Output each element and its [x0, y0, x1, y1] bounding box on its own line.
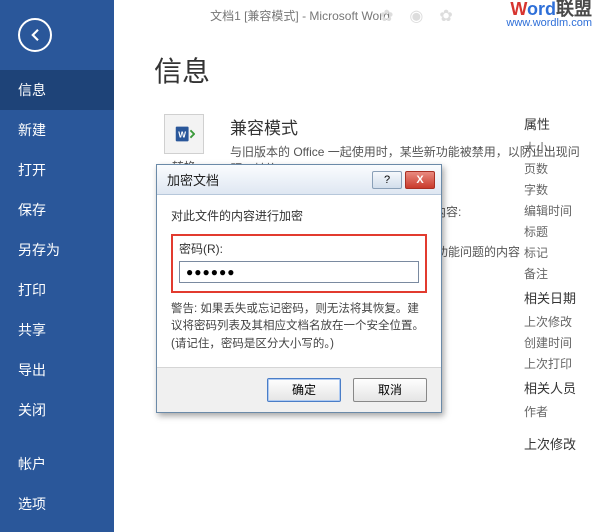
sidebar-item-open[interactable]: 打开 — [0, 150, 114, 190]
sidebar-item-label: 帐户 — [18, 456, 46, 472]
watermark-brand: Word联盟 www.wordlm.com — [506, 2, 592, 30]
props-group-dates: 相关日期 — [524, 288, 596, 307]
sidebar-item-share[interactable]: 共享 — [0, 310, 114, 350]
word-doc-icon: W — [164, 114, 204, 154]
props-group-lastmod: 上次修改 — [524, 434, 596, 453]
sidebar-item-info[interactable]: 信息 — [0, 70, 114, 110]
dialog-actions: 确定 取消 — [157, 367, 441, 412]
password-label: 密码(R): — [179, 240, 419, 257]
sidebar-item-label: 关闭 — [18, 402, 46, 418]
prop-printed: 上次打印 — [524, 355, 596, 372]
dialog-body: 对此文件的内容进行加密 密码(R): 警告: 如果丢失或忘记密码，则无法将其恢复… — [157, 195, 441, 367]
sidebar-item-saveas[interactable]: 另存为 — [0, 230, 114, 270]
arrow-left-icon — [26, 26, 44, 44]
prop-tags: 标记 — [524, 244, 596, 261]
dialog-warning: 警告: 如果丢失或忘记密码，则无法将其恢复。建议将密码列表及其相应文档名放在一个… — [171, 301, 427, 353]
prop-size: 大小 — [524, 139, 596, 156]
properties-panel: 属性 大小 页数 字数 编辑时间 标题 标记 备注 相关日期 上次修改 创建时间… — [524, 108, 596, 459]
prop-pages: 页数 — [524, 160, 596, 177]
sidebar-separator — [0, 430, 114, 444]
prop-title: 标题 — [524, 223, 596, 240]
decor-icon: ✿ — [380, 6, 393, 26]
back-button[interactable] — [18, 18, 52, 52]
sidebar-item-label: 保存 — [18, 202, 46, 218]
dialog-instruction: 对此文件的内容进行加密 — [171, 207, 427, 224]
prop-words: 字数 — [524, 181, 596, 198]
page-title: 信息 — [154, 50, 590, 90]
sidebar-item-close[interactable]: 关闭 — [0, 390, 114, 430]
sidebar-item-label: 导出 — [18, 362, 46, 378]
ok-button[interactable]: 确定 — [267, 378, 341, 402]
password-highlight-box: 密码(R): — [171, 234, 427, 293]
prop-modified: 上次修改 — [524, 313, 596, 330]
dialog-titlebar[interactable]: 加密文档 ? X — [157, 165, 441, 195]
sidebar-item-new[interactable]: 新建 — [0, 110, 114, 150]
brand-url: www.wordlm.com — [506, 16, 592, 30]
sidebar-item-label: 共享 — [18, 322, 46, 338]
password-input[interactable] — [179, 261, 419, 283]
sidebar-item-label: 选项 — [18, 496, 46, 512]
prop-edit-time: 编辑时间 — [524, 202, 596, 219]
sidebar-item-label: 打印 — [18, 282, 46, 298]
backstage-sidebar: 信息 新建 打开 保存 另存为 打印 共享 导出 关闭 帐户 选项 — [0, 0, 114, 532]
decor-icon: ◉ — [409, 6, 423, 26]
decorative-icons: ✿ ◉ ✿ — [380, 6, 453, 26]
sidebar-item-label: 新建 — [18, 122, 46, 138]
prop-created: 创建时间 — [524, 334, 596, 351]
sidebar-item-label: 另存为 — [18, 242, 60, 258]
sidebar-item-label: 信息 — [18, 82, 46, 98]
prop-comments: 备注 — [524, 265, 596, 282]
dialog-help-button[interactable]: ? — [372, 171, 402, 189]
brand-word: Word联盟 — [506, 2, 592, 16]
svg-text:W: W — [178, 131, 186, 140]
dialog-title: 加密文档 — [167, 170, 372, 189]
dialog-close-button[interactable]: X — [405, 171, 435, 189]
prop-author: 作者 — [524, 403, 596, 420]
sidebar-item-save[interactable]: 保存 — [0, 190, 114, 230]
sidebar-item-print[interactable]: 打印 — [0, 270, 114, 310]
sidebar-item-options[interactable]: 选项 — [0, 484, 114, 524]
encrypt-document-dialog: 加密文档 ? X 对此文件的内容进行加密 密码(R): 警告: 如果丢失或忘记密… — [156, 164, 442, 413]
sidebar-item-export[interactable]: 导出 — [0, 350, 114, 390]
cancel-button[interactable]: 取消 — [353, 378, 427, 402]
props-group-people: 相关人员 — [524, 378, 596, 397]
props-group-title[interactable]: 属性 — [524, 114, 596, 133]
decor-icon: ✿ — [439, 6, 452, 26]
sidebar-item-label: 打开 — [18, 162, 46, 178]
sidebar-item-account[interactable]: 帐户 — [0, 444, 114, 484]
